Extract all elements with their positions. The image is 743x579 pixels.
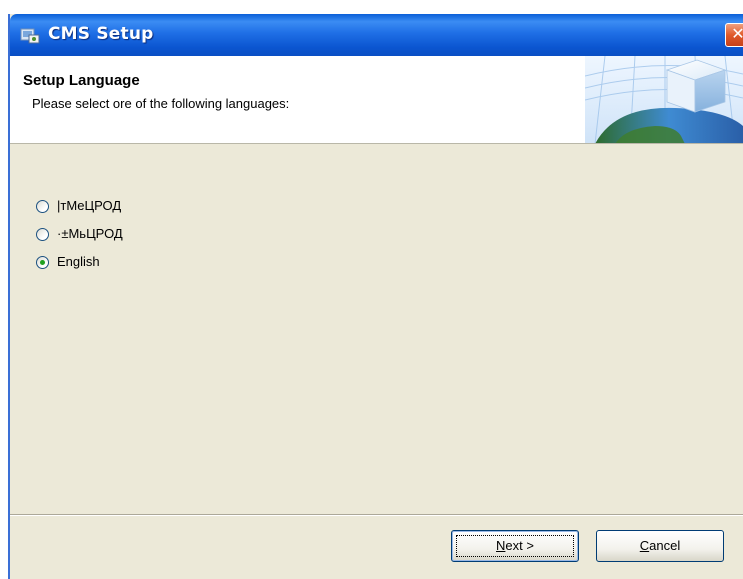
cancel-hotkey: C	[639, 538, 650, 553]
header-globe-cube-graphic	[585, 56, 743, 143]
next-button[interactable]: Next >	[451, 530, 579, 562]
window-title: CMS Setup	[48, 24, 154, 44]
language-label: English	[57, 254, 100, 269]
close-button[interactable]: ✕	[725, 23, 743, 47]
language-options: |тМеЦРОД ·±МьЦРОД English	[36, 198, 236, 282]
cancel-button[interactable]: Cancel	[596, 530, 724, 562]
setup-app-icon	[20, 26, 40, 44]
language-option-2[interactable]: ·±МьЦРОД	[36, 226, 236, 254]
setup-window: CMS Setup ✕ Setup Language Please select…	[10, 14, 743, 579]
title-bar[interactable]: CMS Setup ✕	[10, 14, 743, 56]
radio-button-icon[interactable]	[36, 256, 49, 269]
page-title: Setup Language	[23, 72, 140, 89]
language-option-english[interactable]: English	[36, 254, 236, 282]
language-label: |тМеЦРОД	[57, 198, 122, 213]
language-option-1[interactable]: |тМеЦРОД	[36, 198, 236, 226]
radio-button-icon[interactable]	[36, 200, 49, 213]
language-label: ·±МьЦРОД	[57, 226, 123, 241]
header-panel: Setup Language Please select ore of the …	[10, 56, 743, 144]
footer-divider	[10, 514, 743, 516]
close-icon: ✕	[731, 26, 743, 43]
cancel-label: ancel	[649, 538, 681, 553]
radio-selected-dot	[40, 260, 45, 265]
page-subtitle: Please select ore of the following langu…	[32, 96, 290, 111]
focus-rectangle	[456, 535, 574, 557]
radio-button-icon[interactable]	[36, 228, 49, 241]
